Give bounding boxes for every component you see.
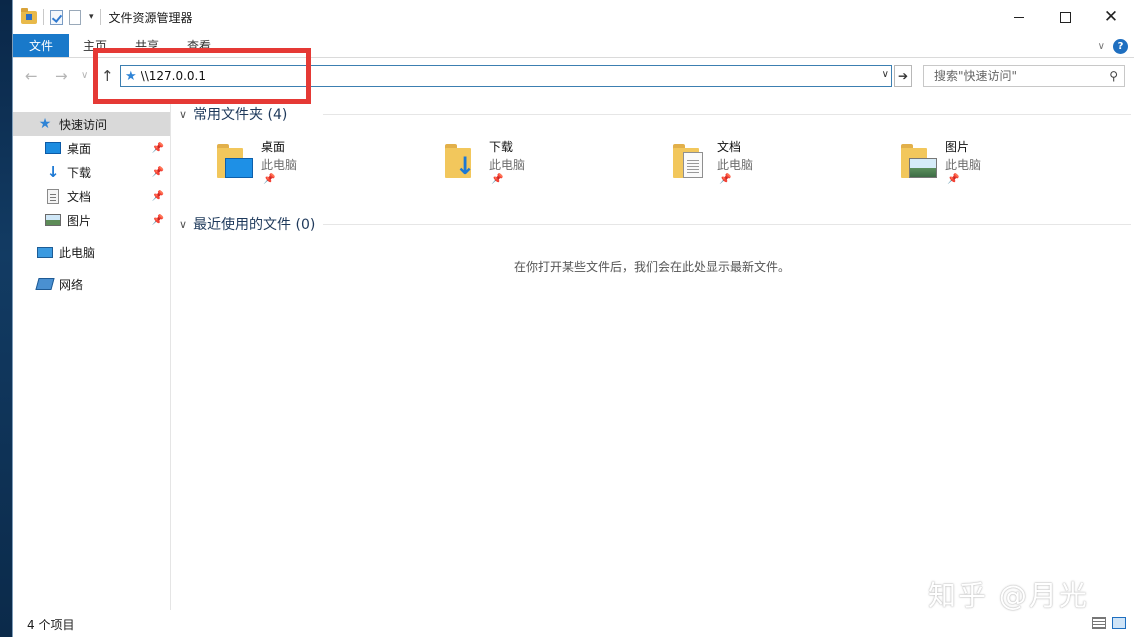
search-box[interactable]: ⚲ <box>923 65 1125 87</box>
file-explorer-window: ▾ 文件资源管理器 ✕ 文件 主页 共享 查看 ∨ ? ← → ∨ ↑ ★ ∨ … <box>12 0 1134 637</box>
item-count: 4 个项目 <box>27 617 75 632</box>
ribbon-right-controls: ∨ ? <box>1098 34 1128 58</box>
folder-tile-downloads[interactable]: ↓ 下载 此电脑 📌 <box>443 138 663 190</box>
collapse-chevron-icon[interactable]: ∨ <box>179 108 187 121</box>
downloads-folder-icon: ↓ <box>443 140 475 178</box>
pin-icon: 📌 <box>151 166 164 178</box>
documents-icon <box>47 188 59 204</box>
sidebar-item-label: 文档 <box>67 189 92 204</box>
recent-empty-message: 在你打开某些文件后，我们会在此处显示最新文件。 <box>513 260 790 274</box>
window-controls: ✕ <box>996 0 1134 34</box>
collapse-chevron-icon[interactable]: ∨ <box>179 218 187 231</box>
address-input[interactable] <box>140 69 841 83</box>
recent-files-header[interactable]: ∨ 最近使用的文件 (0) <box>179 213 315 235</box>
navigation-pane: ★ 快速访问 桌面 📌 ↓ 下载 📌 文档 📌 图片 📌 此电脑 网络 <box>13 104 171 610</box>
quick-access-star-icon: ★ <box>125 68 137 84</box>
view-switcher <box>1092 617 1126 629</box>
this-pc-icon <box>37 246 53 258</box>
pin-icon: 📌 <box>151 142 164 154</box>
download-icon: ↓ <box>46 163 60 181</box>
properties-icon[interactable] <box>50 9 63 25</box>
desktop-background <box>0 0 12 637</box>
folder-tile-pictures[interactable]: 图片 此电脑 📌 <box>899 138 1119 190</box>
network-icon <box>35 278 55 290</box>
group-divider <box>323 114 1131 115</box>
quick-access-toolbar: ▾ <box>21 7 101 25</box>
group-divider <box>323 224 1131 225</box>
status-bar: 4 个项目 <box>13 612 1134 636</box>
expand-ribbon-chevron-icon[interactable]: ∨ <box>1098 41 1105 52</box>
watermark-text: 知乎 @月光 <box>928 579 1089 612</box>
title-bar: ▾ 文件资源管理器 ✕ <box>13 0 1134 34</box>
sidebar-item-pictures[interactable]: 图片 📌 <box>13 208 170 232</box>
folder-tile-desktop[interactable]: 桌面 此电脑 📌 <box>215 138 435 190</box>
group-title: 常用文件夹 (4) <box>193 107 288 123</box>
toolbar-separator <box>43 9 44 25</box>
forward-arrow-icon[interactable]: → <box>55 67 68 85</box>
large-icons-view-icon[interactable] <box>1112 617 1126 629</box>
pin-icon: 📌 <box>151 190 164 202</box>
back-arrow-icon[interactable]: ← <box>25 67 38 85</box>
pin-icon: 📌 <box>947 174 960 185</box>
search-input[interactable] <box>932 68 1100 84</box>
sidebar-item-documents[interactable]: 文档 📌 <box>13 184 170 208</box>
pictures-folder-icon <box>899 140 937 178</box>
address-dropdown-chevron-icon[interactable]: ∨ <box>882 69 889 80</box>
sidebar-item-label: 快速访问 <box>59 117 108 132</box>
tab-home[interactable]: 主页 <box>69 34 121 57</box>
sidebar-item-label: 下载 <box>67 165 92 180</box>
documents-folder-icon <box>671 140 703 178</box>
desktop-folder-icon <box>215 140 253 178</box>
sidebar-item-network[interactable]: 网络 <box>13 272 170 296</box>
pin-icon: 📌 <box>491 174 504 185</box>
help-icon[interactable]: ? <box>1113 38 1128 54</box>
folder-location: 此电脑 <box>261 158 298 172</box>
pictures-icon <box>45 214 61 226</box>
ribbon-tabs: 文件 主页 共享 查看 ∨ ? <box>13 34 1134 58</box>
navigation-bar: ← → ∨ ↑ ★ ∨ ➔ ⚲ <box>13 58 1134 94</box>
window-title: 文件资源管理器 <box>108 10 193 25</box>
folder-name: 下载 <box>489 140 514 154</box>
tab-file[interactable]: 文件 <box>13 34 69 57</box>
tab-view[interactable]: 查看 <box>173 34 225 57</box>
close-button[interactable]: ✕ <box>1088 0 1134 34</box>
minimize-button[interactable] <box>996 0 1042 34</box>
content-pane: ∨ 常用文件夹 (4) 桌面 此电脑 📌 ↓ 下载 此电脑 📌 文档 此电脑 📌… <box>173 100 1131 610</box>
folder-location: 此电脑 <box>945 158 982 172</box>
maximize-button[interactable] <box>1042 0 1088 34</box>
sidebar-item-label: 桌面 <box>67 141 92 156</box>
pin-icon: 📌 <box>263 174 276 185</box>
go-arrow-button[interactable]: ➔ <box>894 65 912 87</box>
tab-share[interactable]: 共享 <box>121 34 173 57</box>
pin-icon: 📌 <box>719 174 732 185</box>
folder-name: 桌面 <box>261 140 286 154</box>
folder-location: 此电脑 <box>717 158 754 172</box>
recent-locations-chevron-icon[interactable]: ∨ <box>81 70 88 81</box>
address-bar[interactable]: ★ ∨ <box>120 65 892 87</box>
folder-name: 文档 <box>717 140 742 154</box>
folder-location: 此电脑 <box>489 158 526 172</box>
explorer-folder-icon <box>21 7 37 24</box>
new-folder-icon[interactable] <box>69 9 81 25</box>
star-icon: ★ <box>38 116 52 132</box>
folder-name: 图片 <box>945 140 970 154</box>
sidebar-item-label: 网络 <box>59 277 84 292</box>
toolbar-separator <box>99 9 101 25</box>
sidebar-item-downloads[interactable]: ↓ 下载 📌 <box>13 160 170 184</box>
desktop-icon <box>45 142 61 154</box>
details-view-icon[interactable] <box>1092 617 1106 629</box>
sidebar-item-label: 此电脑 <box>59 245 96 260</box>
sidebar-item-desktop[interactable]: 桌面 📌 <box>13 136 170 160</box>
customize-toolbar-chevron-icon[interactable]: ▾ <box>89 12 94 22</box>
sidebar-item-this-pc[interactable]: 此电脑 <box>13 240 170 264</box>
frequent-folders-header[interactable]: ∨ 常用文件夹 (4) <box>179 103 287 125</box>
up-arrow-icon[interactable]: ↑ <box>101 67 114 85</box>
search-icon[interactable]: ⚲ <box>1109 69 1118 83</box>
pin-icon: 📌 <box>151 214 164 226</box>
group-title: 最近使用的文件 (0) <box>193 217 316 233</box>
sidebar-item-quick-access[interactable]: ★ 快速访问 <box>13 112 170 136</box>
folder-tile-documents[interactable]: 文档 此电脑 📌 <box>671 138 891 190</box>
sidebar-item-label: 图片 <box>67 213 92 228</box>
